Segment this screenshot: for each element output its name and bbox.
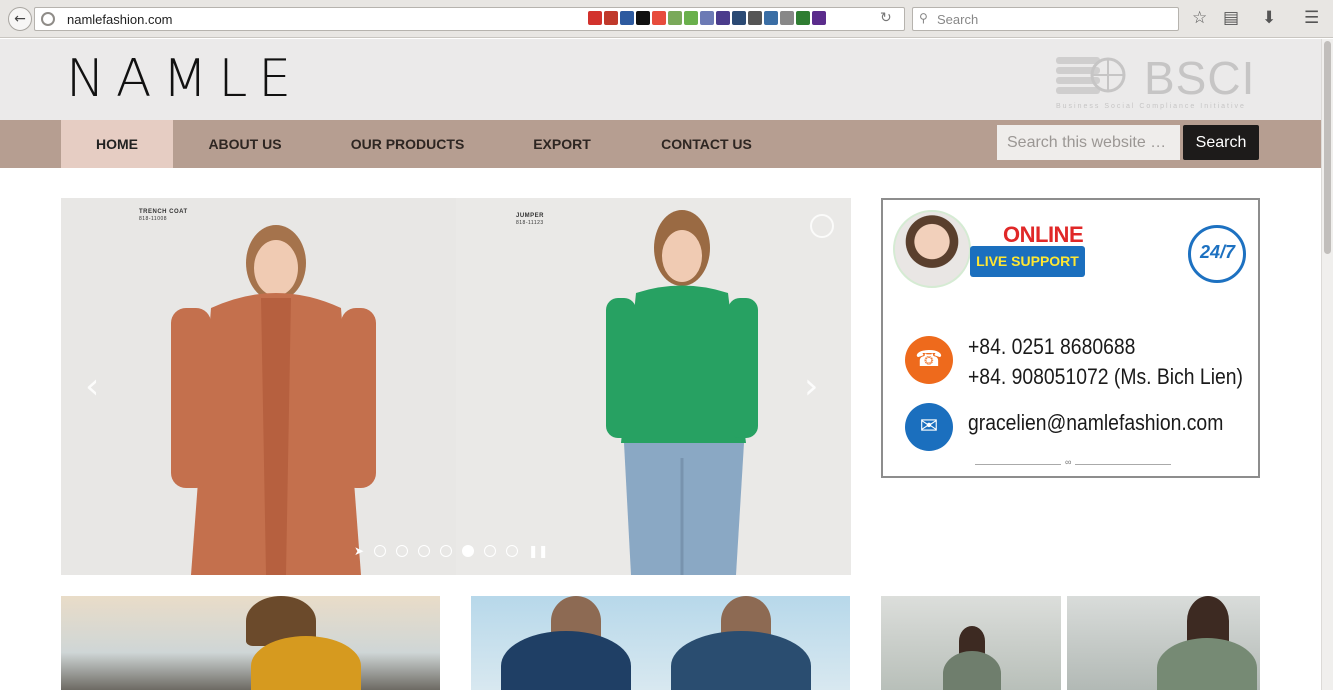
address-bar[interactable]: namlefashion.com ↻ bbox=[34, 7, 905, 31]
live-support-badge: LIVE SUPPORT bbox=[970, 246, 1085, 277]
model-in-trench-coat-image bbox=[171, 225, 376, 575]
bsci-tagline: Business Social Compliance Initiative bbox=[1056, 103, 1246, 110]
site-header: NAMLE BSCI Business Social Compliance In… bbox=[0, 39, 1321, 120]
slider-dot[interactable] bbox=[418, 545, 431, 557]
phone-icon: ☎ bbox=[905, 336, 953, 384]
loader-icon bbox=[810, 214, 834, 238]
mail-icon: ✉ bbox=[905, 403, 953, 451]
addon-icon[interactable] bbox=[700, 11, 714, 25]
slide-image-jumper: JUMPER 818-11123 › bbox=[456, 198, 851, 575]
nav-item-our-products[interactable]: OUR PRODUCTS bbox=[334, 120, 481, 168]
pause-icon[interactable]: ❚❚ bbox=[528, 544, 548, 558]
slider-next-arrow-icon[interactable]: › bbox=[804, 366, 818, 407]
addon-icons bbox=[588, 11, 826, 27]
phone-number-2[interactable]: +84. 908051072 (Ms. Bich Lien) bbox=[968, 364, 1243, 390]
bookmark-star-icon[interactable]: ☆ bbox=[1192, 8, 1207, 28]
url-text: namlefashion.com bbox=[67, 12, 173, 27]
addon-icon[interactable] bbox=[780, 11, 794, 25]
addon-icon[interactable] bbox=[636, 11, 650, 25]
reading-list-icon[interactable]: ▤ bbox=[1223, 8, 1239, 28]
addon-icon[interactable] bbox=[732, 11, 746, 25]
site-logo[interactable]: NAMLE bbox=[66, 51, 302, 107]
addon-icon[interactable] bbox=[588, 11, 602, 25]
addon-icon[interactable] bbox=[764, 11, 778, 25]
slider-dots: ➤ ❚❚ bbox=[354, 544, 548, 558]
addon-icon[interactable] bbox=[668, 11, 682, 25]
addon-icon[interactable] bbox=[812, 11, 826, 25]
slider-dot[interactable] bbox=[506, 545, 519, 557]
menu-icon[interactable]: ☰ bbox=[1304, 8, 1319, 28]
addon-icon[interactable] bbox=[796, 11, 810, 25]
back-button[interactable]: ← bbox=[8, 7, 32, 31]
clock-24-7-icon: 24/7 bbox=[1188, 225, 1246, 283]
slider-prev-arrow-icon[interactable]: ‹ bbox=[85, 366, 99, 407]
slide-image-trench-coat: TRENCH COAT 818-11008 ‹ bbox=[61, 198, 456, 575]
addon-icon[interactable] bbox=[716, 11, 730, 25]
nav-item-home[interactable]: HOME bbox=[61, 120, 173, 168]
online-support-card: ONLINE LIVE SUPPORT 24/7 ☎ +84. 0251 868… bbox=[881, 198, 1260, 478]
slider-dot-active[interactable] bbox=[462, 545, 475, 557]
online-label: ONLINE bbox=[1003, 222, 1084, 247]
bsci-text: BSCI bbox=[1144, 52, 1256, 104]
product-thumbnail-jacket-1[interactable] bbox=[881, 596, 1061, 690]
bsci-logo: BSCI Business Social Compliance Initiati… bbox=[1052, 45, 1256, 115]
download-icon[interactable]: ⬇ bbox=[1262, 8, 1276, 28]
play-icon[interactable]: ➤ bbox=[354, 544, 364, 558]
web-page: NAMLE BSCI Business Social Compliance In… bbox=[0, 39, 1321, 690]
addon-icon[interactable] bbox=[604, 11, 618, 25]
slider-dot[interactable] bbox=[484, 545, 497, 557]
slider-dot[interactable] bbox=[396, 545, 409, 557]
browser-search-placeholder: Search bbox=[937, 12, 979, 27]
product-tag-left: TRENCH COAT 818-11008 bbox=[139, 209, 188, 222]
browser-toolbar: ← namlefashion.com ↻ ⚲ Search ☆ ▤ ⬇ ☰ bbox=[0, 0, 1333, 38]
product-thumbnail-jacket-2[interactable] bbox=[1067, 596, 1260, 690]
hero-slider[interactable]: TRENCH COAT 818-11008 ‹ JUMPER 818-11123… bbox=[61, 198, 851, 575]
email-address[interactable]: gracelien@namlefashion.com bbox=[968, 410, 1223, 436]
bsci-hand-icon bbox=[1056, 57, 1126, 94]
product-thumbnail-parka[interactable] bbox=[471, 596, 850, 690]
browser-search-input[interactable]: ⚲ Search bbox=[912, 7, 1179, 31]
nav-item-export[interactable]: EXPORT bbox=[516, 120, 608, 168]
addon-icon[interactable] bbox=[684, 11, 698, 25]
phone-number-1[interactable]: +84. 0251 8680688 bbox=[968, 334, 1135, 360]
nav-item-about-us[interactable]: ABOUT US bbox=[191, 120, 299, 168]
product-tag-right: JUMPER 818-11123 bbox=[516, 213, 545, 226]
page-scrollbar[interactable] bbox=[1321, 39, 1333, 690]
site-search-button[interactable]: Search bbox=[1183, 125, 1259, 160]
product-thumbnail-puffer-jacket[interactable] bbox=[61, 596, 440, 690]
slider-dot[interactable] bbox=[440, 545, 453, 557]
reload-icon[interactable]: ↻ bbox=[880, 10, 892, 26]
site-search-input[interactable]: Search this website … bbox=[997, 125, 1180, 160]
addon-icon[interactable] bbox=[652, 11, 666, 25]
scrollbar-thumb[interactable] bbox=[1324, 41, 1331, 254]
search-icon: ⚲ bbox=[919, 11, 928, 25]
divider-ornament: ∞ bbox=[1061, 457, 1076, 467]
nav-item-contact-us[interactable]: CONTACT US bbox=[643, 120, 770, 168]
addon-icon[interactable] bbox=[748, 11, 762, 25]
support-agent-avatar bbox=[893, 210, 971, 288]
main-nav: HOME ABOUT US OUR PRODUCTS EXPORT CONTAC… bbox=[0, 120, 1321, 168]
addon-icon[interactable] bbox=[620, 11, 634, 25]
globe-icon bbox=[41, 12, 55, 26]
slider-dot[interactable] bbox=[374, 545, 387, 557]
model-in-jumper-image bbox=[606, 210, 758, 575]
